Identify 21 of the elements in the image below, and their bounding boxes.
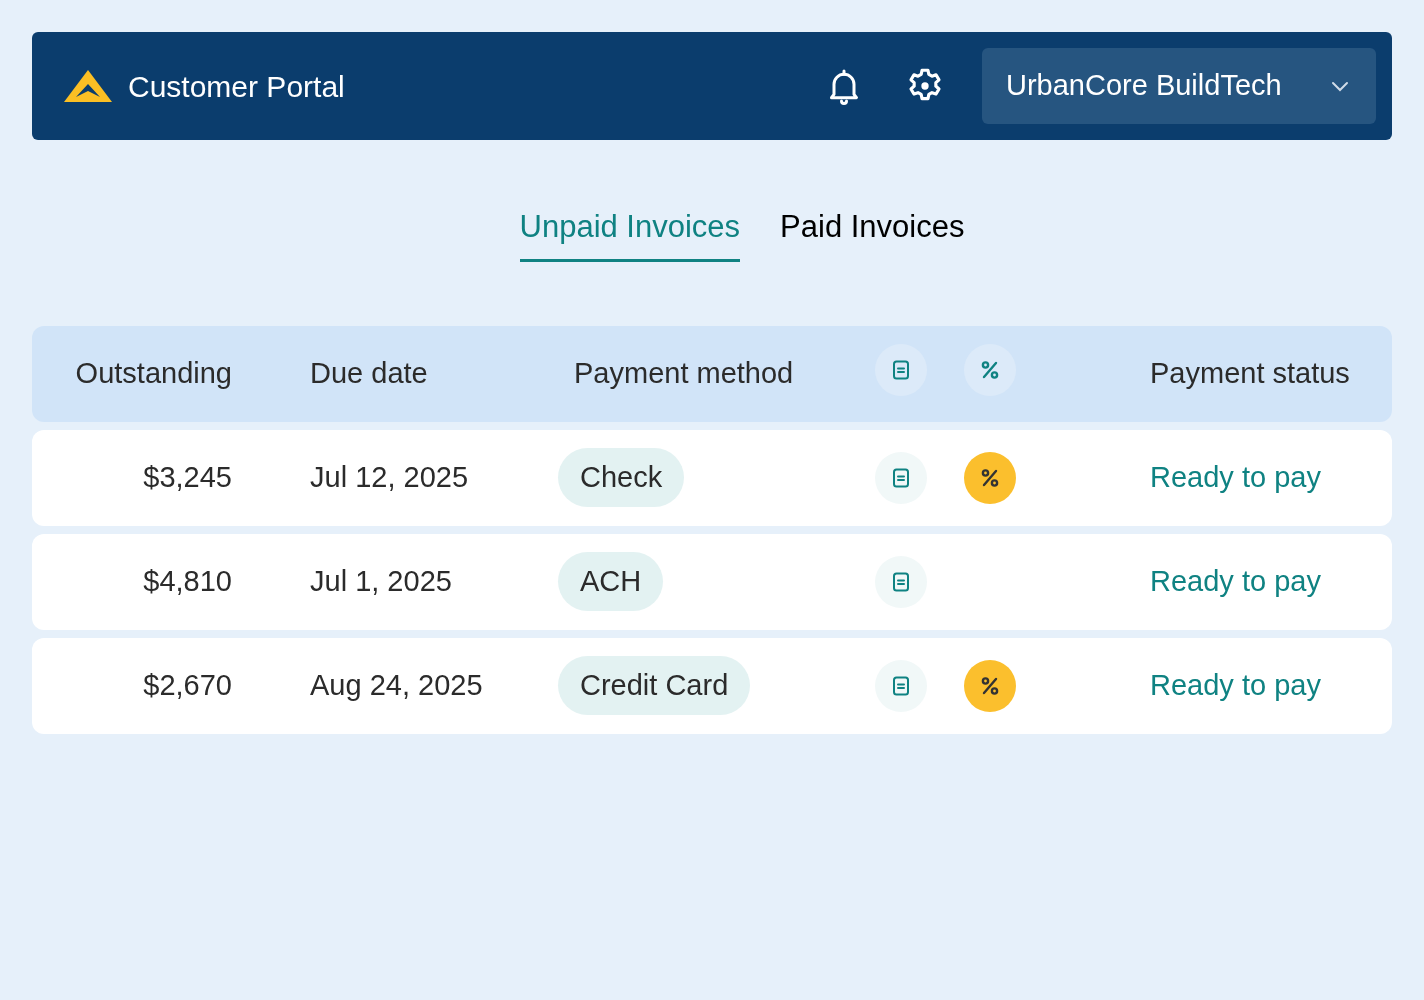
outstanding-amount: $2,670 [143, 667, 233, 703]
column-header: Payment status [1150, 355, 1351, 391]
account-dropdown[interactable]: UrbanCore BuildTech [982, 48, 1376, 124]
column-header: Outstanding [75, 355, 233, 391]
tab[interactable]: Paid Invoices [780, 204, 965, 262]
due-date: Jul 1, 2025 [310, 563, 453, 599]
due-date: Aug 24, 2025 [310, 667, 484, 703]
payment-status-link[interactable]: Ready to pay [1150, 663, 1392, 708]
portal-title: Customer Portal [128, 68, 345, 105]
payment-method-pill: Check [558, 447, 685, 508]
column-header: Payment method [573, 355, 795, 391]
payment-status-link[interactable]: Ready to pay [1150, 559, 1392, 604]
column-header: Due date [310, 355, 429, 391]
outstanding-amount: $4,810 [143, 563, 233, 599]
logo-icon [64, 70, 112, 102]
payment-method-pill: ACH [558, 551, 664, 612]
tab[interactable]: Unpaid Invoices [519, 204, 741, 262]
payment-method-pill: Credit Card [558, 655, 751, 716]
payment-status-link[interactable]: Ready to pay [1150, 455, 1392, 500]
due-date: Jul 12, 2025 [310, 459, 469, 495]
outstanding-amount: $3,245 [143, 459, 233, 495]
